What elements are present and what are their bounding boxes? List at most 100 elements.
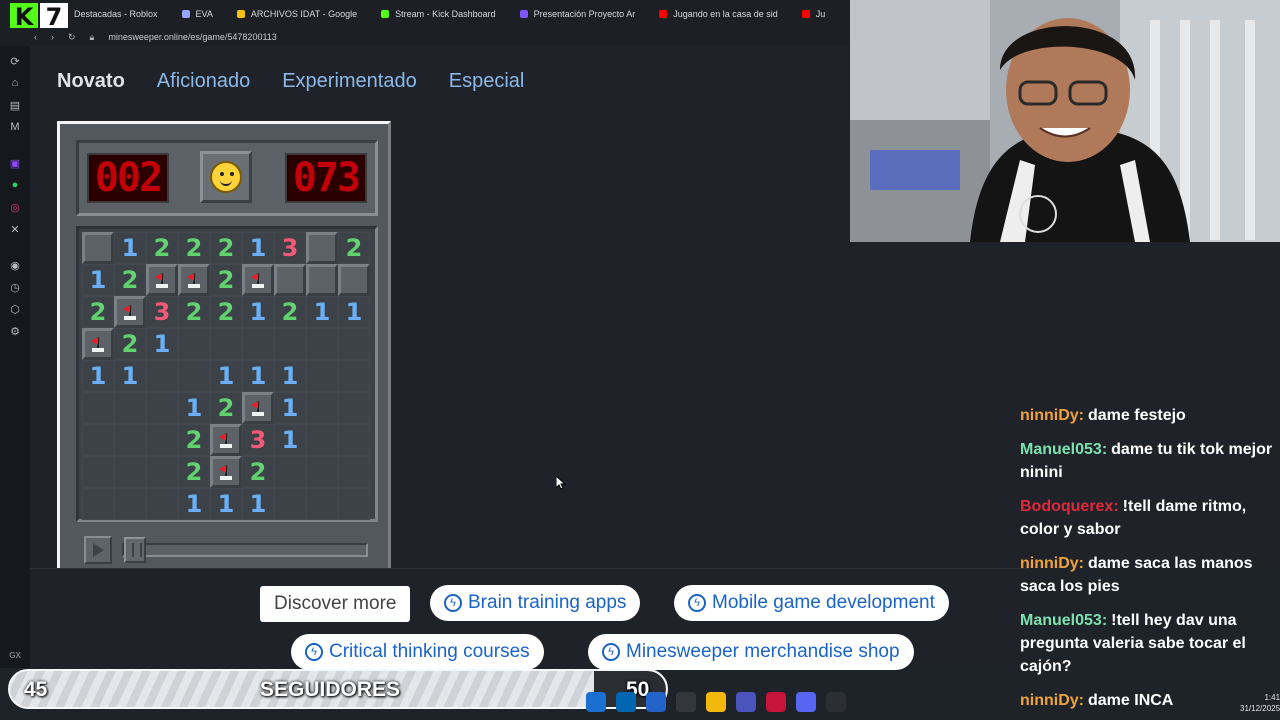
number-cell[interactable]: 1: [338, 296, 370, 328]
folder-icon[interactable]: [706, 692, 726, 712]
number-cell[interactable]: 1: [210, 360, 242, 392]
empty-cell[interactable]: [114, 488, 146, 520]
number-cell[interactable]: 1: [178, 488, 210, 520]
hidden-cell[interactable]: [306, 232, 338, 264]
number-cell[interactable]: 2: [338, 232, 370, 264]
instagram-icon[interactable]: ◎: [8, 200, 22, 214]
empty-cell[interactable]: [82, 392, 114, 424]
github-icon[interactable]: [676, 692, 696, 712]
browser-tab[interactable]: EVA: [170, 0, 225, 28]
cube-icon[interactable]: ⬡: [8, 302, 22, 316]
ad-chip[interactable]: ϟ Minesweeper merchandise shop: [588, 634, 914, 670]
hidden-cell[interactable]: [338, 264, 370, 296]
flagged-cell[interactable]: [178, 264, 210, 296]
hidden-cell[interactable]: [82, 232, 114, 264]
empty-cell[interactable]: [82, 424, 114, 456]
empty-cell[interactable]: [338, 328, 370, 360]
level-tab-novato[interactable]: Novato: [57, 70, 125, 93]
number-cell[interactable]: 1: [242, 296, 274, 328]
empty-cell[interactable]: [178, 360, 210, 392]
bag-icon[interactable]: ⌂: [8, 76, 22, 90]
empty-cell[interactable]: [274, 456, 306, 488]
empty-cell[interactable]: [338, 424, 370, 456]
number-cell[interactable]: 1: [210, 488, 242, 520]
whatsapp-icon[interactable]: ●: [8, 178, 22, 192]
empty-cell[interactable]: [306, 328, 338, 360]
x-icon[interactable]: ✕: [8, 222, 22, 236]
empty-cell[interactable]: [114, 392, 146, 424]
vscode-icon[interactable]: [646, 692, 666, 712]
empty-cell[interactable]: [338, 488, 370, 520]
discord-icon[interactable]: [796, 692, 816, 712]
empty-cell[interactable]: [274, 328, 306, 360]
replay-slider-track[interactable]: [122, 543, 368, 557]
empty-cell[interactable]: [338, 392, 370, 424]
empty-cell[interactable]: [306, 488, 338, 520]
empty-cell[interactable]: [146, 424, 178, 456]
browser-tab[interactable]: Stream - Kick Dashboard: [369, 0, 508, 28]
ad-chip[interactable]: ϟ Critical thinking courses: [291, 634, 544, 670]
number-cell[interactable]: 2: [146, 232, 178, 264]
empty-cell[interactable]: [178, 328, 210, 360]
gx-icon[interactable]: GX: [9, 651, 21, 660]
number-cell[interactable]: 2: [178, 296, 210, 328]
flagged-cell[interactable]: [210, 424, 242, 456]
flagged-cell[interactable]: [210, 456, 242, 488]
number-cell[interactable]: 1: [114, 232, 146, 264]
empty-cell[interactable]: [274, 488, 306, 520]
onedrive-icon[interactable]: [586, 692, 606, 712]
ad-chip[interactable]: ϟ Mobile game development: [674, 585, 949, 621]
empty-cell[interactable]: [210, 328, 242, 360]
number-cell[interactable]: 2: [242, 456, 274, 488]
number-cell[interactable]: 1: [114, 360, 146, 392]
teams-icon[interactable]: [736, 692, 756, 712]
play-button[interactable]: [84, 536, 112, 564]
number-cell[interactable]: 2: [210, 264, 242, 296]
number-cell[interactable]: 2: [114, 264, 146, 296]
level-tab-aficionado[interactable]: Aficionado: [157, 70, 250, 93]
level-tab-especial[interactable]: Especial: [449, 70, 525, 93]
browser-tab[interactable]: Presentación Proyecto Ar: [508, 0, 648, 28]
replay-slider-thumb[interactable]: [124, 537, 146, 563]
history-icon[interactable]: ⟳: [8, 54, 22, 68]
number-cell[interactable]: 1: [242, 360, 274, 392]
empty-cell[interactable]: [114, 456, 146, 488]
level-tab-experimentado[interactable]: Experimentado: [282, 70, 417, 93]
skype-icon[interactable]: [616, 692, 636, 712]
number-cell[interactable]: 1: [178, 392, 210, 424]
m-app-icon[interactable]: M: [8, 120, 22, 134]
number-cell[interactable]: 1: [242, 232, 274, 264]
url-text[interactable]: minesweeper.online/es/game/5478200113: [108, 32, 276, 42]
number-cell[interactable]: 2: [82, 296, 114, 328]
browser-tab[interactable]: Jugando en la casa de sid: [647, 0, 790, 28]
flagged-cell[interactable]: [114, 296, 146, 328]
number-cell[interactable]: 2: [178, 424, 210, 456]
flagged-cell[interactable]: [242, 264, 274, 296]
number-cell[interactable]: 1: [146, 328, 178, 360]
reload-icon[interactable]: ↻: [68, 32, 76, 43]
number-cell[interactable]: 2: [274, 296, 306, 328]
number-cell[interactable]: 3: [274, 232, 306, 264]
reset-face-button[interactable]: [200, 151, 252, 203]
hidden-cell[interactable]: [306, 264, 338, 296]
number-cell[interactable]: 1: [274, 424, 306, 456]
wallet-icon[interactable]: ▤: [8, 98, 22, 112]
ad-chip[interactable]: ϟ Brain training apps: [430, 585, 641, 621]
number-cell[interactable]: 3: [242, 424, 274, 456]
browser-tab[interactable]: Ju: [790, 0, 838, 28]
number-cell[interactable]: 2: [178, 456, 210, 488]
number-cell[interactable]: 1: [274, 360, 306, 392]
empty-cell[interactable]: [306, 456, 338, 488]
player-icon[interactable]: ◉: [8, 258, 22, 272]
forward-icon[interactable]: ›: [51, 32, 54, 42]
number-cell[interactable]: 2: [210, 232, 242, 264]
number-cell[interactable]: 2: [210, 296, 242, 328]
empty-cell[interactable]: [82, 456, 114, 488]
flagged-cell[interactable]: [82, 328, 114, 360]
empty-cell[interactable]: [146, 392, 178, 424]
empty-cell[interactable]: [146, 456, 178, 488]
empty-cell[interactable]: [338, 360, 370, 392]
discover-more-button[interactable]: Discover more: [260, 586, 411, 622]
obs-icon[interactable]: [826, 692, 846, 712]
empty-cell[interactable]: [146, 488, 178, 520]
